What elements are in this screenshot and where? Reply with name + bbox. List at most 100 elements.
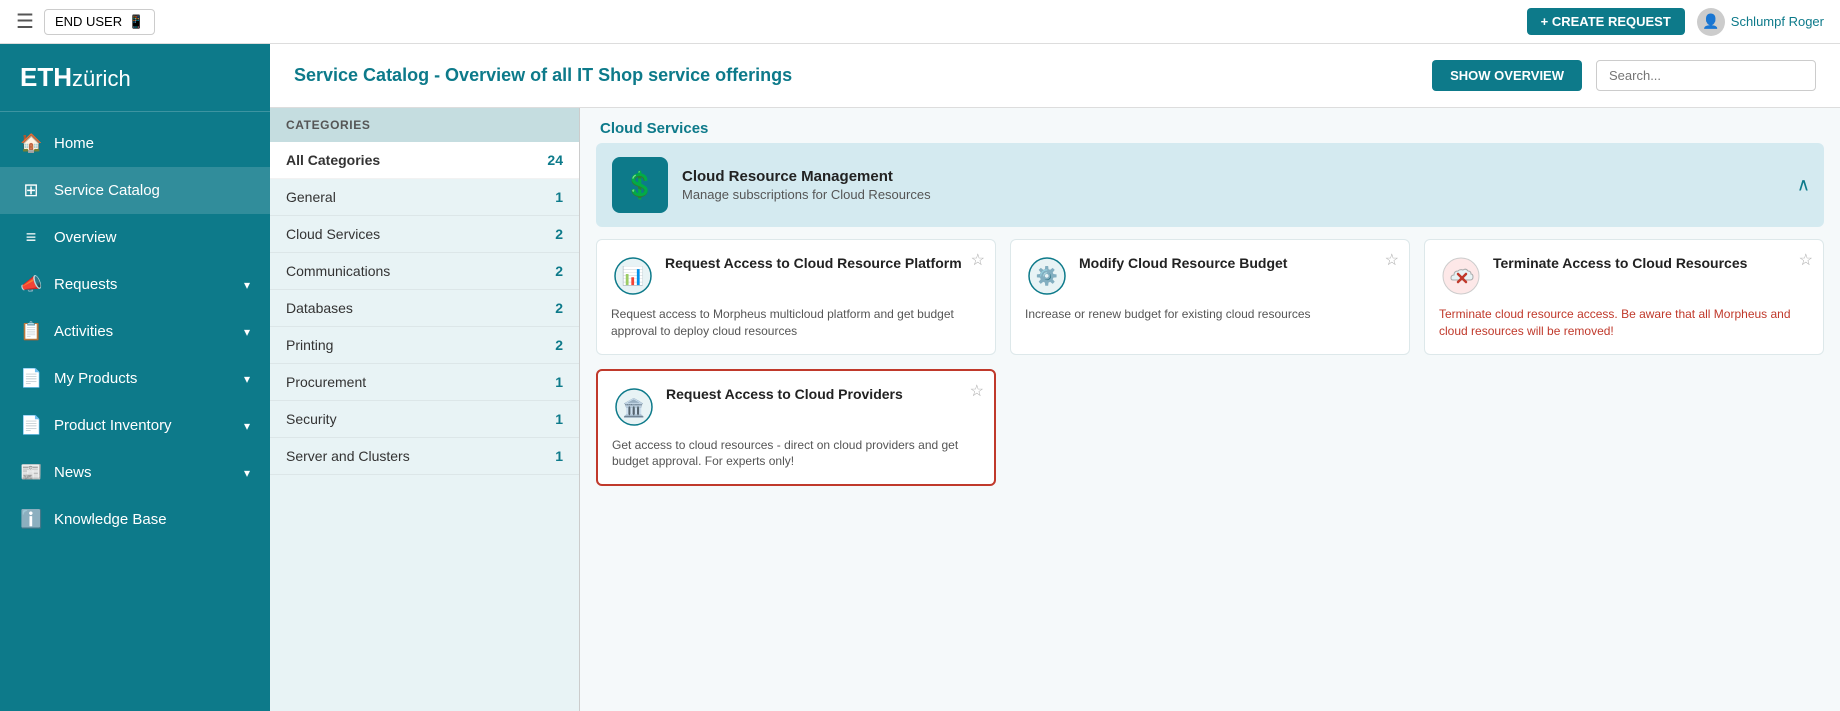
create-request-button[interactable]: + CREATE REQUEST (1527, 8, 1685, 35)
sidebar-item-label: Service Catalog (54, 182, 250, 199)
sidebar-item-product-inventory[interactable]: 📄 Product Inventory ▾ (0, 402, 270, 449)
sidebar-item-label: Product Inventory (54, 417, 232, 434)
star-icon[interactable]: ☆ (970, 381, 984, 401)
top-bar-right: + CREATE REQUEST 👤 Schlumpf Roger (1527, 8, 1824, 36)
create-request-label: + CREATE REQUEST (1541, 14, 1671, 29)
category-item-communications[interactable]: Communications 2 (270, 253, 579, 290)
sidebar-item-my-products[interactable]: 📄 My Products ▾ (0, 355, 270, 402)
category-label: Procurement (286, 374, 366, 390)
inventory-icon: 📄 (20, 415, 42, 436)
category-item-printing[interactable]: Printing 2 (270, 327, 579, 364)
featured-icon: 💲 (612, 157, 668, 213)
show-overview-button[interactable]: SHOW OVERVIEW (1432, 60, 1582, 91)
sidebar-item-home[interactable]: 🏠 Home (0, 120, 270, 167)
layers-icon: ⊞ (20, 180, 42, 201)
card-header: Terminate Access to Cloud Resources (1439, 254, 1809, 298)
category-label: All Categories (286, 152, 380, 168)
star-icon[interactable]: ☆ (971, 250, 985, 270)
category-item-all[interactable]: All Categories 24 (270, 142, 579, 179)
featured-description: Manage subscriptions for Cloud Resources (682, 187, 931, 202)
chevron-down-icon: ▾ (244, 372, 250, 386)
card-title: Request Access to Cloud Resource Platfor… (665, 254, 981, 272)
search-input[interactable] (1596, 60, 1816, 91)
svg-text:🏛️: 🏛️ (623, 397, 645, 418)
sidebar: ETHzürich 🏠 Home ⊞ Service Catalog ≡ Ove… (0, 44, 270, 711)
star-icon[interactable]: ☆ (1385, 250, 1399, 270)
sidebar-item-service-catalog[interactable]: ⊞ Service Catalog (0, 167, 270, 214)
categories-header: CATEGORIES (270, 108, 579, 142)
megaphone-icon: 📣 (20, 274, 42, 295)
top-bar: ☰ END USER 📱 + CREATE REQUEST 👤 Schlumpf… (0, 0, 1840, 44)
category-count: 24 (547, 152, 563, 168)
sidebar-item-requests[interactable]: 📣 Requests ▾ (0, 261, 270, 308)
sidebar-item-label: My Products (54, 370, 232, 387)
chevron-down-icon: ▾ (244, 325, 250, 339)
sidebar-item-label: Activities (54, 323, 232, 340)
service-card-request-access-cloud-resource[interactable]: 📊 Request Access to Cloud Resource Platf… (596, 239, 996, 355)
cards-grid: 📊 Request Access to Cloud Resource Platf… (580, 239, 1840, 502)
header-right: SHOW OVERVIEW (1432, 60, 1816, 91)
info-icon: ℹ️ (20, 509, 42, 530)
dollar-cloud-icon: 💲 (624, 170, 656, 201)
featured-text: Cloud Resource Management Manage subscri… (682, 168, 931, 202)
end-user-button[interactable]: END USER 📱 (44, 9, 155, 35)
category-label: Printing (286, 337, 333, 353)
avatar: 👤 (1697, 8, 1725, 36)
category-item-databases[interactable]: Databases 2 (270, 290, 579, 327)
user-info[interactable]: 👤 Schlumpf Roger (1697, 8, 1824, 36)
category-label: Cloud Services (286, 226, 380, 242)
sidebar-nav: 🏠 Home ⊞ Service Catalog ≡ Overview 📣 Re… (0, 120, 270, 543)
services-panel: Cloud Services 💲 Cloud Resource Manageme… (580, 108, 1840, 711)
category-count: 2 (555, 337, 563, 353)
terminate-cloud-icon (1439, 254, 1483, 298)
clipboard-icon: 📋 (20, 321, 42, 342)
sidebar-logo: ETHzürich (0, 44, 270, 112)
category-label: Communications (286, 263, 390, 279)
top-bar-left: ☰ END USER 📱 (16, 9, 155, 35)
card-header: ⚙️ Modify Cloud Resource Budget (1025, 254, 1395, 298)
logo: ETHzürich (20, 62, 131, 92)
user-name: Schlumpf Roger (1731, 14, 1824, 29)
page-header: Service Catalog - Overview of all IT Sho… (270, 44, 1840, 108)
sidebar-item-label: Knowledge Base (54, 511, 250, 528)
category-label: Databases (286, 300, 353, 316)
main-layout: ETHzürich 🏠 Home ⊞ Service Catalog ≡ Ove… (0, 44, 1840, 711)
sidebar-item-overview[interactable]: ≡ Overview (0, 214, 270, 261)
featured-title: Cloud Resource Management (682, 168, 931, 185)
category-item-cloud-services[interactable]: Cloud Services 2 (270, 216, 579, 253)
category-count: 2 (555, 226, 563, 242)
sidebar-item-knowledge-base[interactable]: ℹ️ Knowledge Base (0, 496, 270, 543)
document-icon: 📄 (20, 368, 42, 389)
sidebar-item-news[interactable]: 📰 News ▾ (0, 449, 270, 496)
card-description: Get access to cloud resources - direct o… (612, 437, 980, 471)
service-card-modify-cloud-resource-budget[interactable]: ⚙️ Modify Cloud Resource Budget ☆ Increa… (1010, 239, 1410, 355)
sidebar-item-activities[interactable]: 📋 Activities ▾ (0, 308, 270, 355)
star-icon[interactable]: ☆ (1799, 250, 1813, 270)
section-label: Cloud Services (580, 108, 1840, 143)
card-description: Increase or renew budget for existing cl… (1025, 306, 1395, 323)
home-icon: 🏠 (20, 133, 42, 154)
category-count: 1 (555, 411, 563, 427)
card-title: Request Access to Cloud Providers (666, 385, 980, 403)
svg-text:📊: 📊 (622, 265, 644, 286)
sidebar-item-label: News (54, 464, 232, 481)
category-count: 2 (555, 263, 563, 279)
sidebar-item-label: Home (54, 135, 250, 152)
category-count: 1 (555, 374, 563, 390)
category-count: 2 (555, 300, 563, 316)
hamburger-icon[interactable]: ☰ (16, 9, 34, 34)
category-item-server-clusters[interactable]: Server and Clusters 1 (270, 438, 579, 475)
card-description: Terminate cloud resource access. Be awar… (1439, 306, 1809, 340)
category-item-general[interactable]: General 1 (270, 179, 579, 216)
chevron-down-icon: ▾ (244, 419, 250, 433)
service-card-terminate-access-cloud-resources[interactable]: Terminate Access to Cloud Resources ☆ Te… (1424, 239, 1824, 355)
gear-cloud-icon: ⚙️ (1025, 254, 1069, 298)
category-count: 1 (555, 448, 563, 464)
service-card-request-access-cloud-providers[interactable]: 🏛️ Request Access to Cloud Providers ☆ G… (596, 369, 996, 487)
page-title: Service Catalog - Overview of all IT Sho… (294, 65, 792, 86)
category-item-procurement[interactable]: Procurement 1 (270, 364, 579, 401)
featured-card[interactable]: 💲 Cloud Resource Management Manage subsc… (596, 143, 1824, 227)
collapse-icon[interactable]: ∧ (1797, 175, 1810, 196)
category-item-security[interactable]: Security 1 (270, 401, 579, 438)
card-header: 📊 Request Access to Cloud Resource Platf… (611, 254, 981, 298)
